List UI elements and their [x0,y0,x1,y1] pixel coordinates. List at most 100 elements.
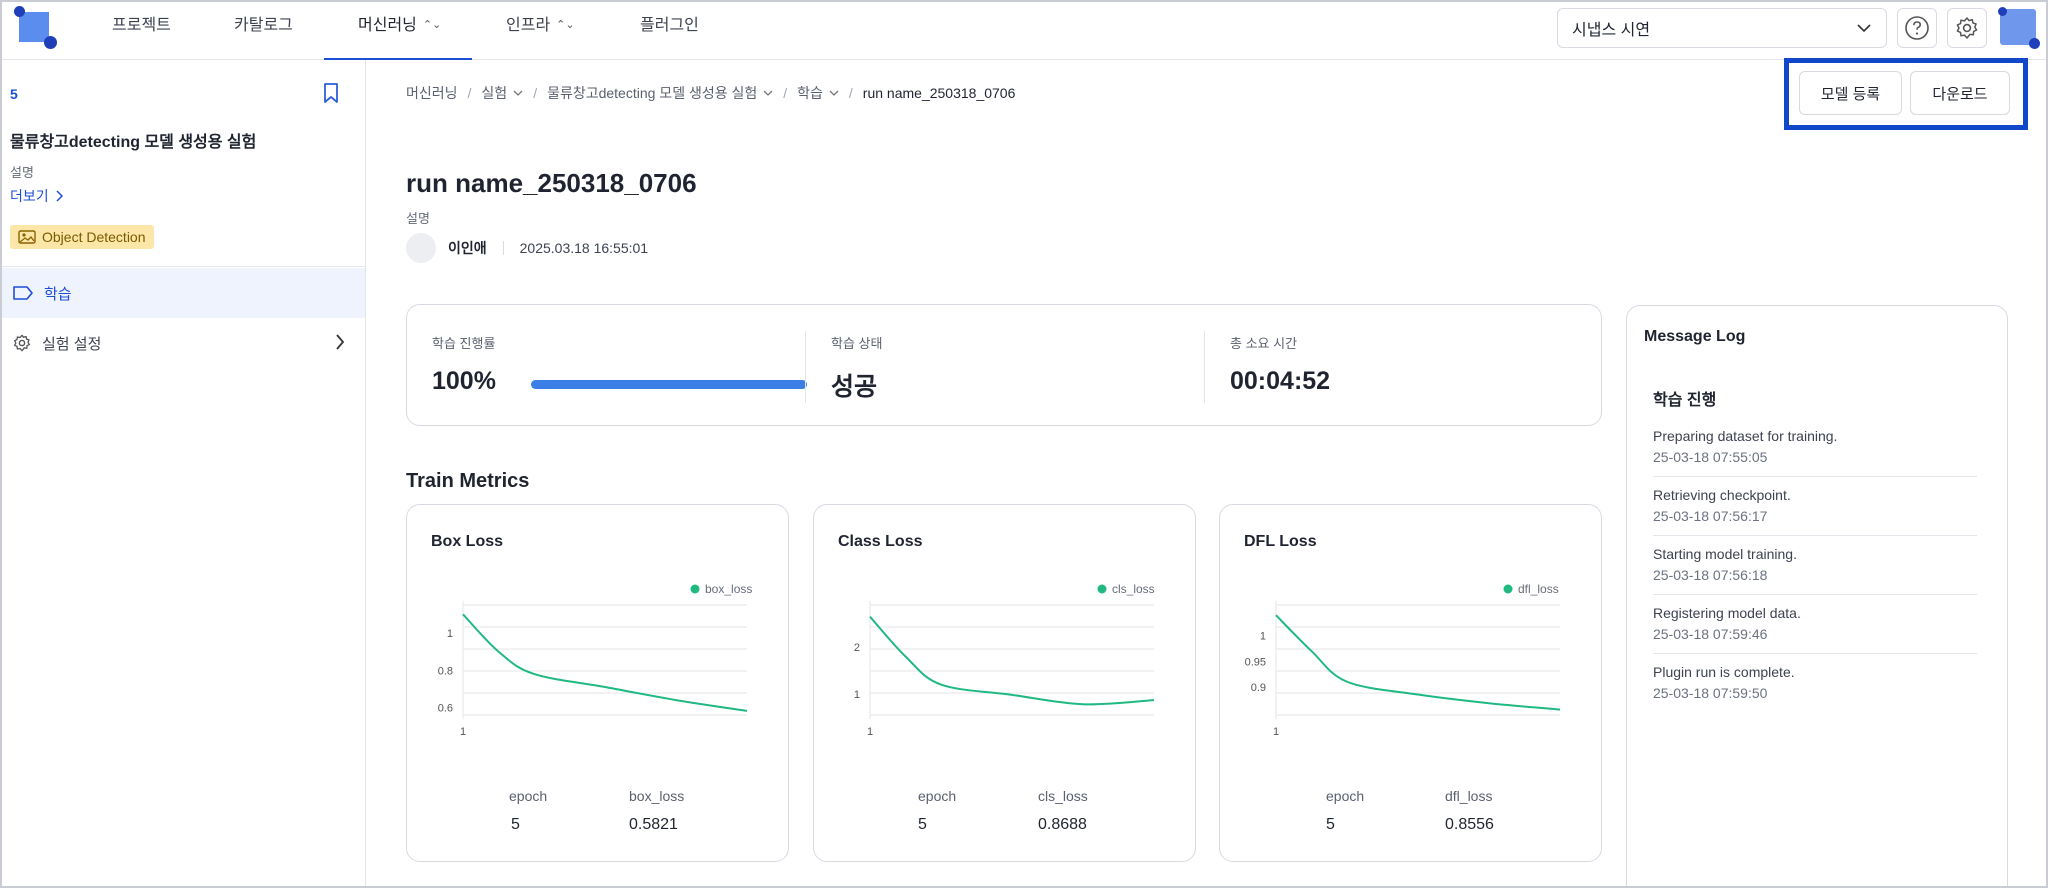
breadcrumb-item-training[interactable]: 학습 [797,83,839,103]
chart-legend: dfl_loss [1503,582,1559,596]
sidebar-item-training[interactable]: 학습 [0,268,365,318]
nav-item-label: 머신러닝 [358,17,417,34]
chevron-down-icon [829,90,839,96]
dfl-loss-chart: dfl_loss 0.9 0.95 1 1 [1245,582,1561,738]
log-item: Starting model training. 25-03-18 07:56:… [1653,536,1977,595]
chevron-down-icon [763,90,773,96]
breadcrumb-label: 물류창고detecting 모델 생성용 실험 [547,85,758,101]
app-logo[interactable] [14,6,58,50]
nav-item-infra[interactable]: 인프라 ⌃⌄ [506,0,575,60]
epoch-value: 5 [1326,816,1335,833]
x-tick-label: 1 [867,726,873,738]
progress-label: 학습 진행률 [432,336,496,351]
series-line [462,613,748,712]
series-line [869,616,1155,706]
log-timestamp: 25-03-18 07:56:17 [1653,508,1768,524]
experiment-run-count: 5 [10,86,18,102]
experiment-description-label: 설명 [10,165,34,180]
message-log-panel: Message Log 학습 진행 Preparing dataset for … [1626,305,2008,888]
help-button[interactable] [1897,8,1937,48]
log-message: Registering model data. [1653,605,1801,621]
more-link[interactable]: 더보기 [10,186,63,206]
avatar [406,233,436,263]
bookmark-icon[interactable] [322,82,340,104]
help-icon [1905,16,1929,40]
log-timestamp: 25-03-18 07:59:46 [1653,626,1768,642]
chevron-down-icon [1857,24,1871,33]
message-log-title: Message Log [1644,328,1746,345]
nav-item-machine-learning[interactable]: 머신러닝 ⌃⌄ [324,0,472,60]
breadcrumb-label: 학습 [797,85,823,101]
x-tick-label: 1 [1273,726,1279,738]
legend-label: box_loss [705,582,752,596]
run-date: 2025.03.18 16:55:01 [519,240,649,256]
breadcrumb-label: 실험 [481,85,508,101]
log-item: Retrieving checkpoint. 25-03-18 07:56:17 [1653,477,1977,536]
breadcrumb-item-ml[interactable]: 머신러닝 [406,83,458,103]
chart-legend: cls_loss [1097,582,1155,596]
log-message: Plugin run is complete. [1653,664,1795,680]
class-loss-card: Class Loss cls_loss 1 2 1 epoch 5 cls_loss … [813,504,1196,862]
experiment-sidebar: 5 물류창고detecting 모델 생성용 실험 설명 더보기 Object … [0,60,366,888]
user-avatar[interactable] [1998,7,2040,49]
breadcrumb-separator: / [848,85,853,101]
legend-label: dfl_loss [1518,582,1559,596]
box-loss-chart: box_loss 0.6 0.8 1 1 [438,582,753,738]
nav-item-label: 프로젝트 [112,17,171,34]
loss-value: 0.5821 [629,816,678,833]
log-message: Retrieving checkpoint. [1653,487,1791,503]
nav-item-label: 플러그인 [640,17,699,34]
training-summary-card: 학습 진행률 100% 학습 상태 성공 총 소요 시간 00:04:52 [406,304,1602,426]
status-value: 성공 [831,373,878,401]
x-tick-label: 1 [460,726,466,738]
loss-label: cls_loss [1038,788,1088,804]
legend-marker [1503,584,1513,594]
legend-marker [1097,584,1107,594]
duration-label: 총 소요 시간 [1230,336,1298,351]
task-type-badge: Object Detection [10,225,154,249]
breadcrumb-label: 머신러닝 [406,85,458,101]
breadcrumb-item-experiment-name[interactable]: 물류창고detecting 모델 생성용 실험 [547,83,773,103]
task-type-label: Object Detection [42,229,146,245]
breadcrumb-separator: / [783,85,788,101]
log-message: Preparing dataset for training. [1653,428,1838,444]
legend-label: cls_loss [1112,582,1155,596]
legend-marker [690,584,700,594]
meta-divider [502,241,504,255]
y-tick-label: 2 [854,642,860,654]
settings-button[interactable] [1947,8,1987,48]
sidebar-item-experiment-settings[interactable]: 실험 설정 [0,318,365,368]
loss-value: 0.8556 [1445,816,1494,833]
epoch-value: 5 [511,816,520,833]
duration-value: 00:04:52 [1230,367,1331,395]
workspace-select[interactable]: 시냅스 시연 [1557,8,1887,48]
epoch-label: epoch [918,788,957,804]
nav-item-project[interactable]: 프로젝트 [112,0,171,60]
breadcrumb: 머신러닝 / 실험 / 물류창고detecting 모델 생성용 실험 / 학습… [406,83,1015,103]
nav-item-catalog[interactable]: 카탈로그 [234,0,293,60]
breadcrumb-item-experiment[interactable]: 실험 [481,83,523,103]
stat-divider [1204,331,1205,403]
image-icon [18,230,36,244]
y-tick-label: 0.9 [1251,682,1266,694]
breadcrumb-separator: / [467,85,472,101]
gear-icon [1956,17,1978,39]
class-loss-chart: cls_loss 1 2 1 [854,582,1155,738]
nav-item-label: 인프라 [506,17,551,34]
nav-item-plugin[interactable]: 플러그인 [640,0,699,60]
epoch-value: 5 [918,816,927,833]
updown-chevron-icon: ⌃⌄ [422,19,442,31]
more-link-label: 더보기 [10,188,49,204]
register-model-button[interactable]: 모델 등록 [1799,71,1902,115]
box-loss-card: Box Loss box_loss 0.6 0.8 1 1 epoch 5 box_lo… [406,504,789,862]
breadcrumb-separator: / [533,85,538,101]
message-log-section-title: 학습 진행 [1653,392,1717,409]
y-tick-label: 1 [447,628,453,640]
run-author: 이인애 [448,240,487,256]
y-tick-label: 1 [1260,631,1266,643]
series-line [1275,614,1561,711]
download-button[interactable]: 다운로드 [1910,71,2010,115]
train-metrics-title: Train Metrics [406,470,530,492]
progress-stat: 학습 진행률 100% [432,305,812,425]
status-stat: 학습 상태 성공 [831,305,1191,425]
